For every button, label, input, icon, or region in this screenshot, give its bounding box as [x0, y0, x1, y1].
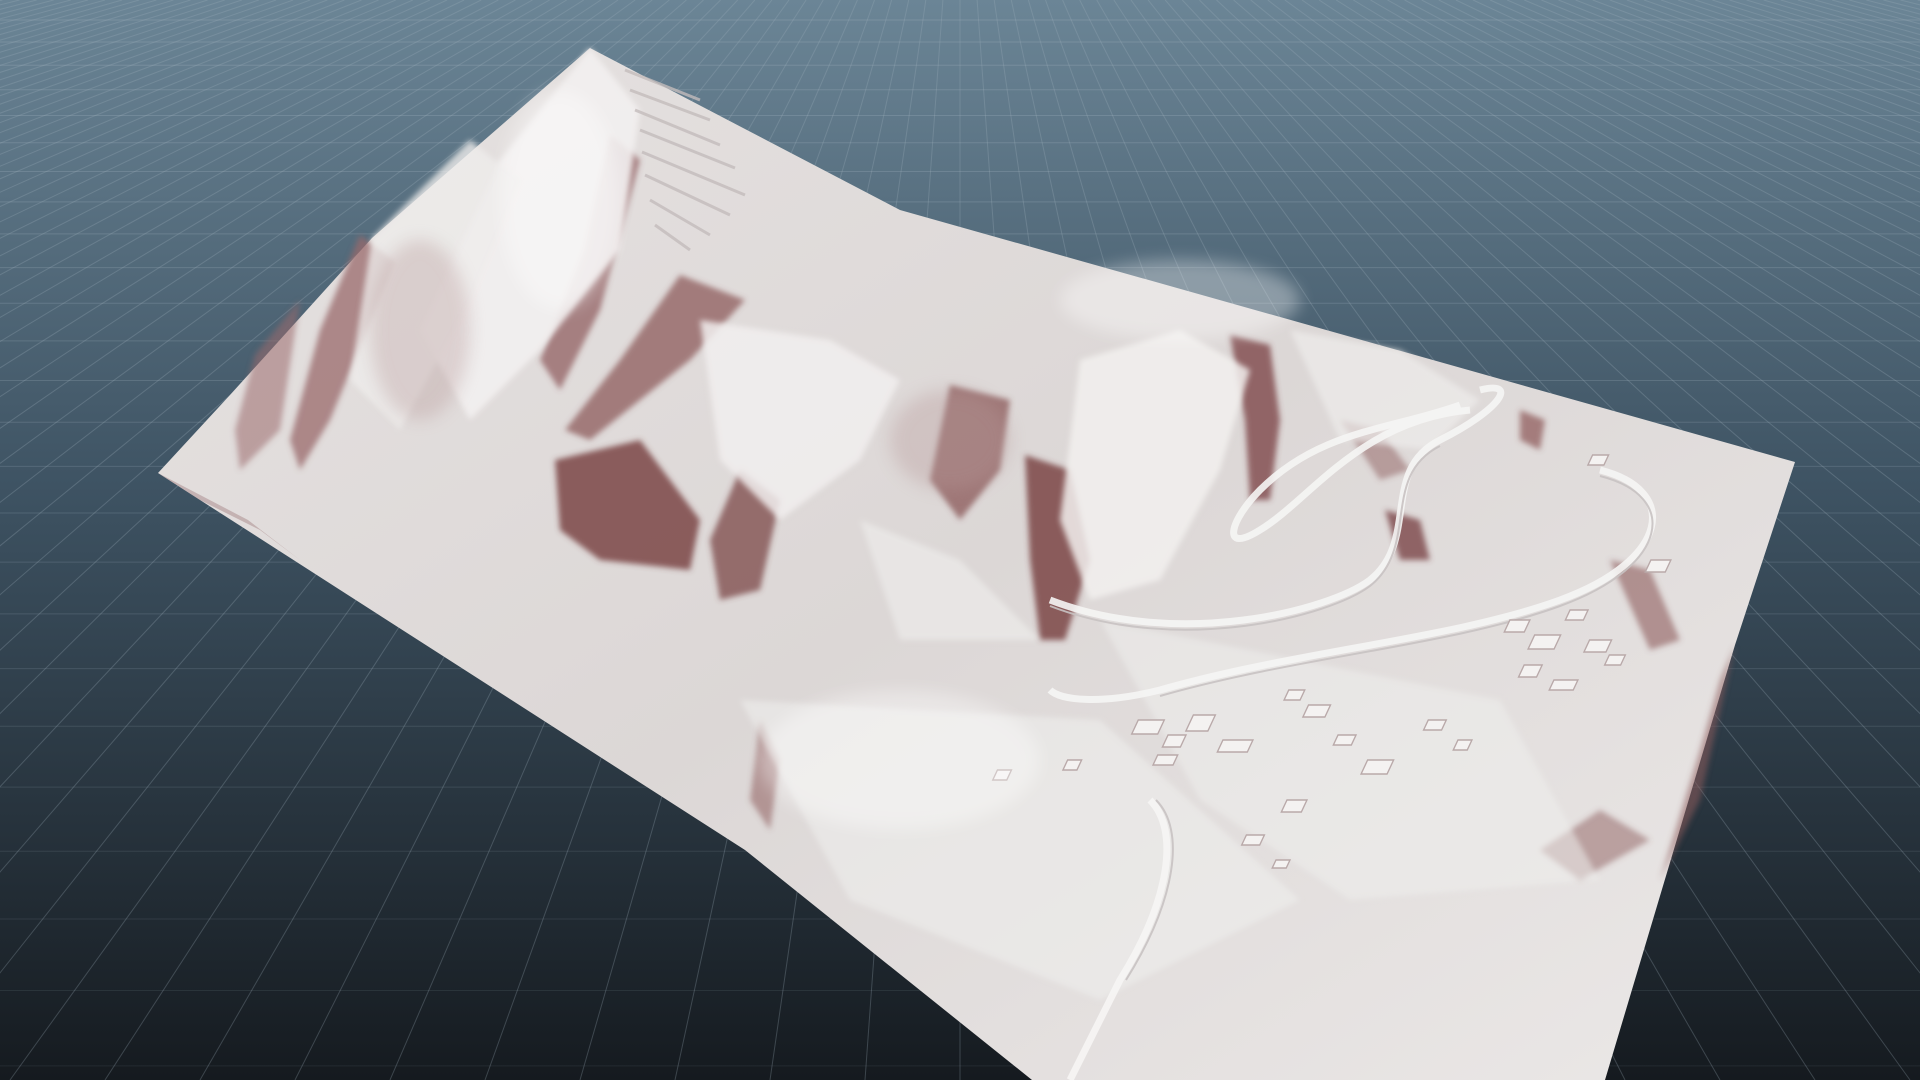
building-block [1527, 634, 1562, 650]
building-block [1422, 719, 1448, 731]
building-block [1332, 734, 1358, 746]
scene-canvas[interactable] [0, 0, 1920, 1080]
building-block [1359, 759, 1395, 775]
building-block [1151, 754, 1179, 766]
building-block [1548, 679, 1580, 691]
building-block [1582, 639, 1613, 653]
building-block [1564, 609, 1590, 621]
building-block [1301, 704, 1332, 718]
building-block [1130, 719, 1166, 735]
building-block [1271, 859, 1292, 869]
building-block [1240, 834, 1266, 846]
building-block [1216, 739, 1255, 753]
3d-viewport[interactable] [0, 0, 1920, 1080]
